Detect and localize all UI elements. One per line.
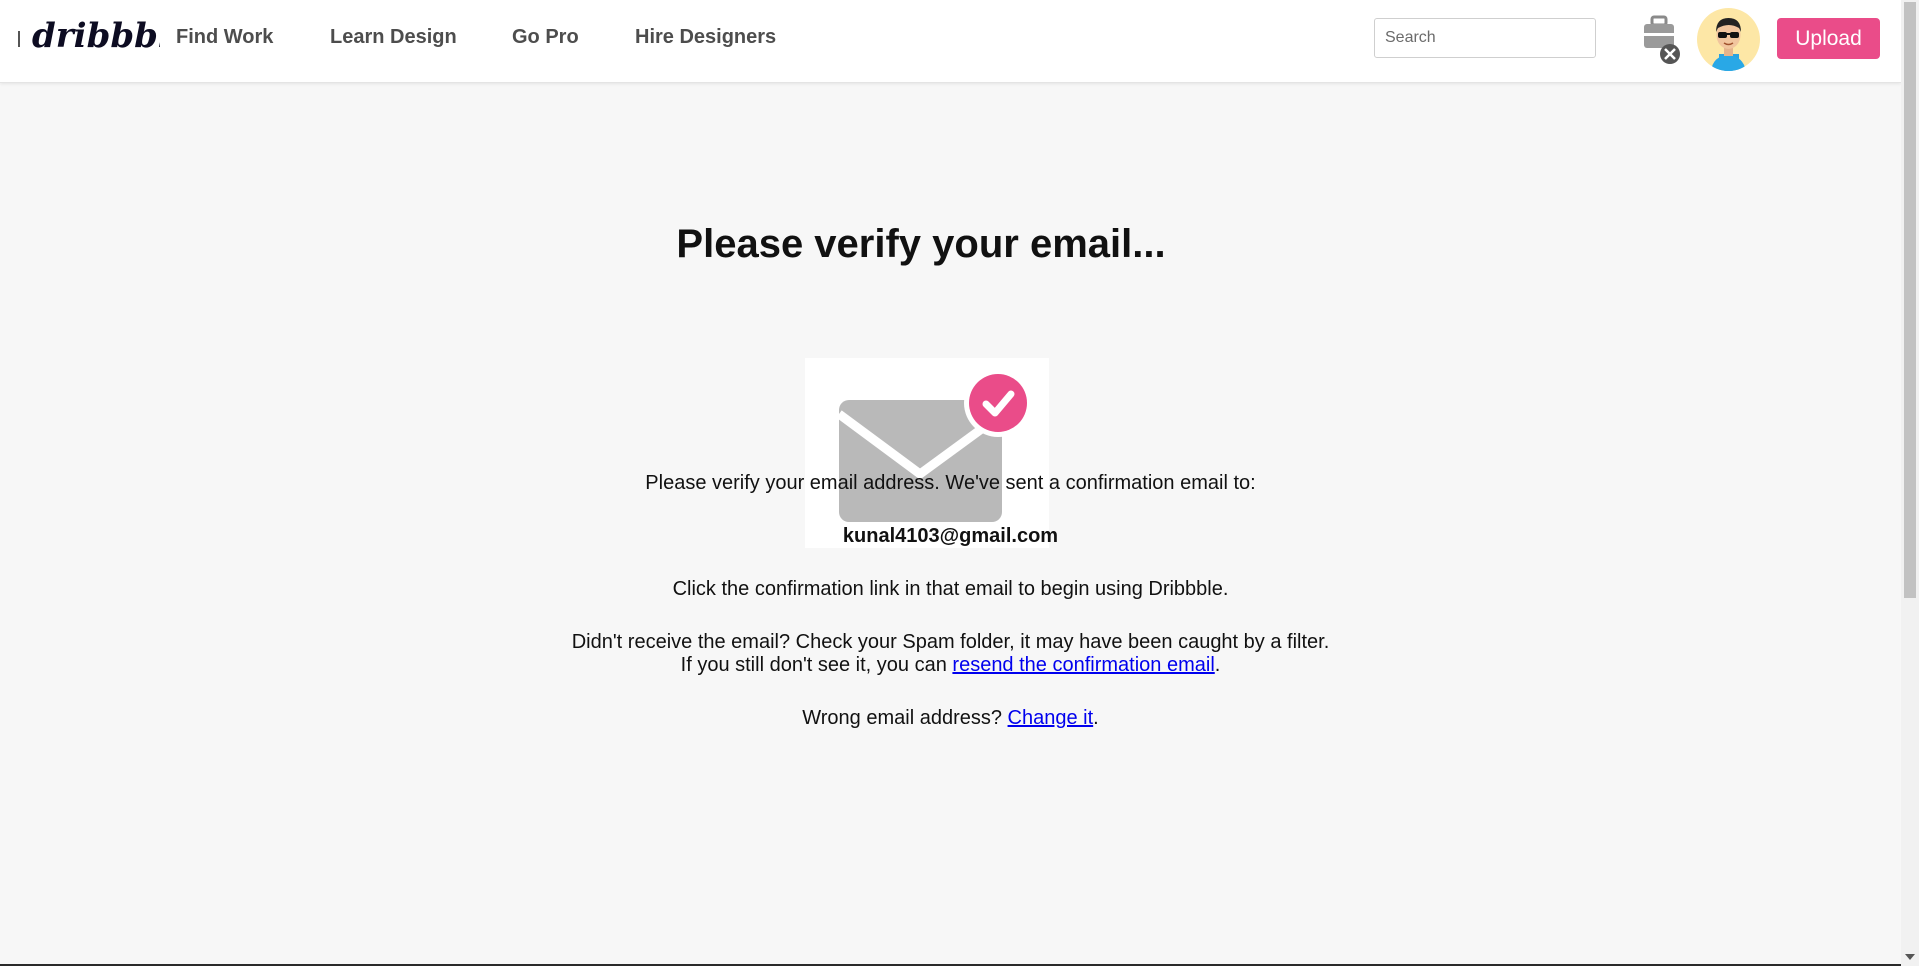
dribbble-logo[interactable]: dribbble xyxy=(30,14,160,60)
check-badge-icon xyxy=(964,369,1032,437)
avatar[interactable] xyxy=(1697,8,1760,71)
change-email-link[interactable]: Change it xyxy=(1008,707,1094,729)
nav-learn-design[interactable]: Learn Design xyxy=(330,26,457,49)
briefcase-icon[interactable] xyxy=(1640,14,1680,66)
email-address: kunal4103@gmail.com xyxy=(842,525,1059,547)
top-navigation-bar: dribbble Find Work Learn Design Go Pro H… xyxy=(0,0,1901,83)
sent-confirmation-text: Please verify your email address. We've … xyxy=(645,472,1256,494)
wrong-email-line: Wrong email address? Change it. xyxy=(0,707,1901,730)
resend-line: If you still don't see it, you can resen… xyxy=(0,654,1901,677)
resend-suffix: . xyxy=(1214,654,1221,676)
logo-text: dribbble xyxy=(32,16,160,56)
vertical-scrollbar[interactable] xyxy=(1901,0,1919,966)
close-badge-icon xyxy=(1660,44,1680,64)
scrollbar-thumb[interactable] xyxy=(1904,2,1916,598)
resend-confirmation-link[interactable]: resend the confirmation email xyxy=(952,654,1214,676)
wrong-email-suffix: . xyxy=(1093,707,1099,729)
nav-go-pro[interactable]: Go Pro xyxy=(512,26,579,49)
email-verified-illustration xyxy=(805,358,1049,548)
page-title: Please verify your email... xyxy=(676,222,1166,266)
search-input[interactable] xyxy=(1374,18,1596,58)
divider xyxy=(18,31,20,47)
upload-button[interactable]: Upload xyxy=(1777,18,1880,59)
nav-find-work[interactable]: Find Work xyxy=(176,26,273,49)
scroll-down-arrow-icon[interactable] xyxy=(1905,954,1915,960)
resend-prefix: If you still don't see it, you can xyxy=(680,654,953,676)
spam-folder-hint: Didn't receive the email? Check your Spa… xyxy=(571,631,1330,653)
click-link-instruction: Click the confirmation link in that emai… xyxy=(672,578,1229,600)
nav-hire-designers[interactable]: Hire Designers xyxy=(635,26,776,49)
wrong-email-prefix: Wrong email address? xyxy=(802,707,1008,729)
